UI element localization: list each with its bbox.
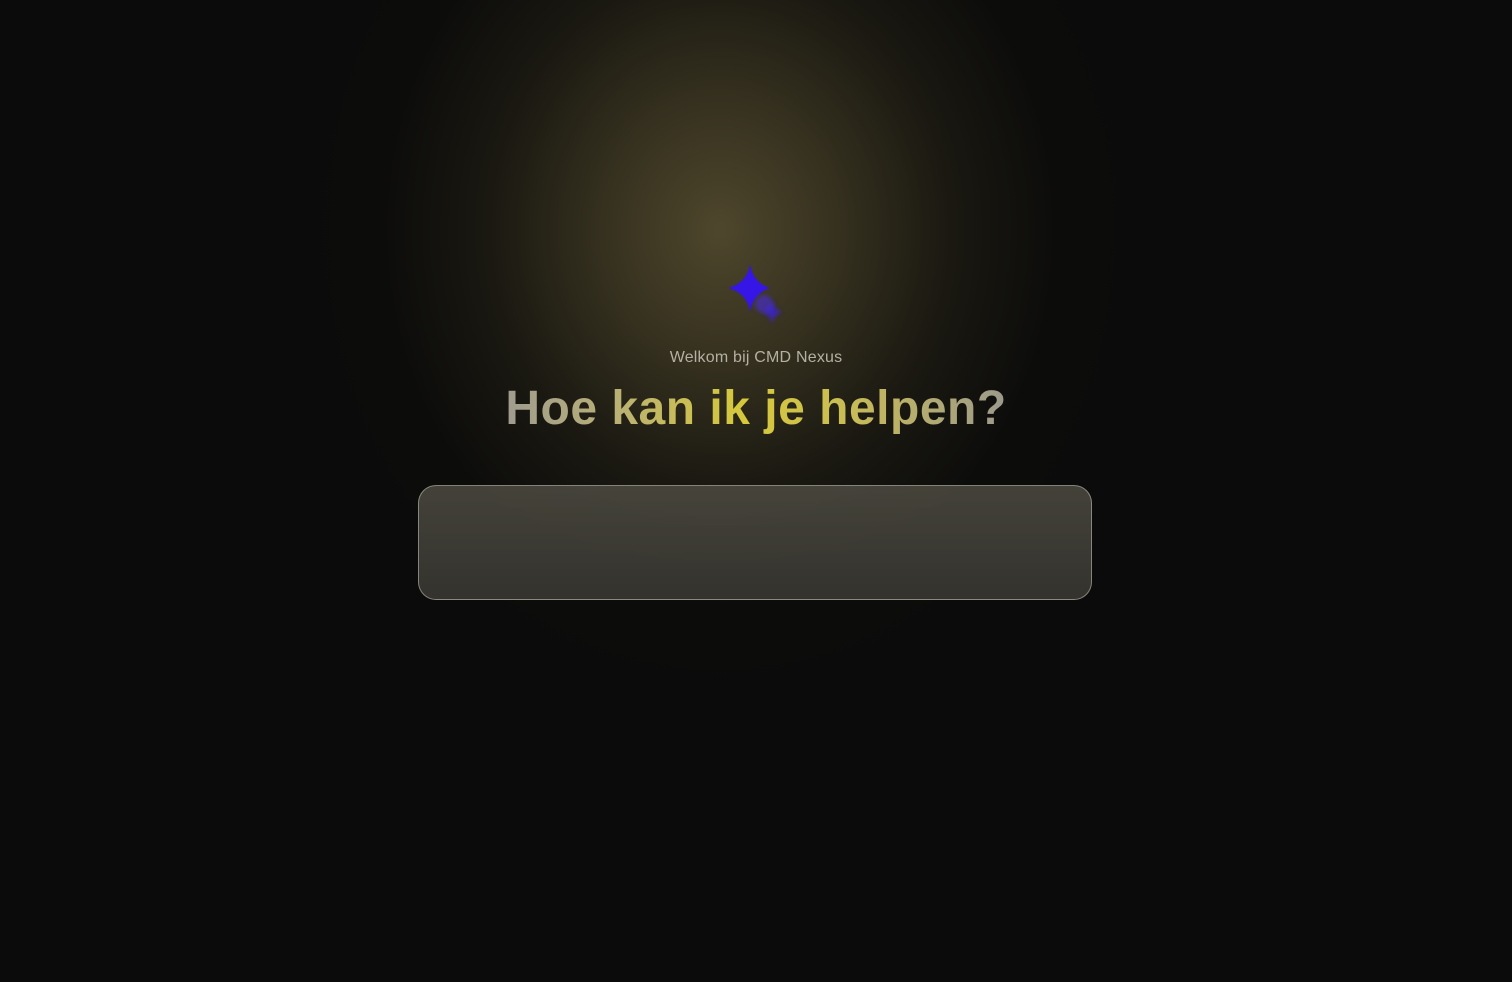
chat-input-box[interactable] [418,485,1092,600]
page-title: Hoe kan ik je helpen? [0,380,1512,438]
page: Welkom bij CMD Nexus Hoe kan ik je helpe… [0,0,1512,982]
chat-input[interactable] [439,504,1075,586]
welcome-text: Welkom bij CMD Nexus [669,349,843,366]
sparkle-icon [720,260,792,332]
headline-text: Hoe kan ik je helpen? [505,382,1007,435]
